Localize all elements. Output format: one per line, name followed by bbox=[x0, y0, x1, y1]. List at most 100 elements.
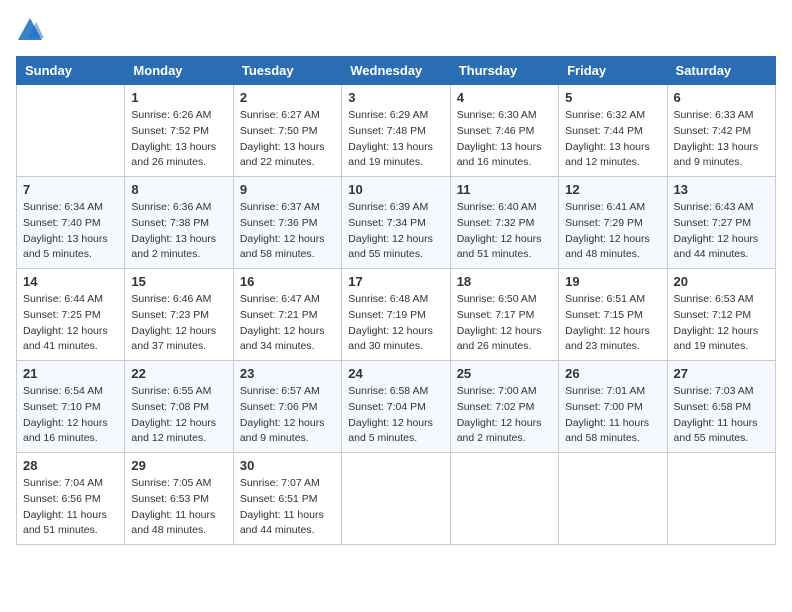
day-number: 24 bbox=[348, 366, 443, 381]
calendar-cell bbox=[667, 453, 775, 545]
calendar-cell: 7 Sunrise: 6:34 AMSunset: 7:40 PMDaylight… bbox=[17, 177, 125, 269]
day-info: Sunrise: 6:47 AMSunset: 7:21 PMDaylight:… bbox=[240, 292, 335, 355]
day-number: 11 bbox=[457, 182, 552, 197]
calendar-cell: 15 Sunrise: 6:46 AMSunset: 7:23 PMDayligh… bbox=[125, 269, 233, 361]
calendar-cell bbox=[450, 453, 558, 545]
day-number: 9 bbox=[240, 182, 335, 197]
calendar-cell: 29Sunrise: 7:05 AMSunset: 6:53 PMDayligh… bbox=[125, 453, 233, 545]
calendar-cell: 22 Sunrise: 6:55 AMSunset: 7:08 PMDayligh… bbox=[125, 361, 233, 453]
day-info: Sunrise: 6:44 AMSunset: 7:25 PMDaylight:… bbox=[23, 292, 118, 355]
calendar-cell: 5 Sunrise: 6:32 AMSunset: 7:44 PMDaylight… bbox=[559, 85, 667, 177]
calendar-cell: 21 Sunrise: 6:54 AMSunset: 7:10 PMDayligh… bbox=[17, 361, 125, 453]
weekday-header: Saturday bbox=[667, 57, 775, 85]
calendar-cell: 13 Sunrise: 6:43 AMSunset: 7:27 PMDayligh… bbox=[667, 177, 775, 269]
calendar-cell: 9 Sunrise: 6:37 AMSunset: 7:36 PMDaylight… bbox=[233, 177, 341, 269]
day-info: Sunrise: 6:43 AMSunset: 7:27 PMDaylight:… bbox=[674, 200, 769, 263]
calendar-cell: 16 Sunrise: 6:47 AMSunset: 7:21 PMDayligh… bbox=[233, 269, 341, 361]
day-number: 4 bbox=[457, 90, 552, 105]
day-info: Sunrise: 6:50 AMSunset: 7:17 PMDaylight:… bbox=[457, 292, 552, 355]
calendar-cell: 3Sunrise: 6:29 AMSunset: 7:48 PMDaylight… bbox=[342, 85, 450, 177]
calendar-cell: 4 Sunrise: 6:30 AMSunset: 7:46 PMDaylight… bbox=[450, 85, 558, 177]
calendar-cell: 19Sunrise: 6:51 AMSunset: 7:15 PMDayligh… bbox=[559, 269, 667, 361]
calendar-cell: 14 Sunrise: 6:44 AMSunset: 7:25 PMDayligh… bbox=[17, 269, 125, 361]
day-info: Sunrise: 6:29 AMSunset: 7:48 PMDaylight:… bbox=[348, 108, 443, 171]
calendar-cell: 10 Sunrise: 6:39 AMSunset: 7:34 PMDayligh… bbox=[342, 177, 450, 269]
day-info: Sunrise: 6:36 AMSunset: 7:38 PMDaylight:… bbox=[131, 200, 226, 263]
day-number: 28 bbox=[23, 458, 118, 473]
calendar-cell: 30Sunrise: 7:07 AMSunset: 6:51 PMDayligh… bbox=[233, 453, 341, 545]
day-number: 14 bbox=[23, 274, 118, 289]
day-number: 23 bbox=[240, 366, 335, 381]
calendar-cell bbox=[17, 85, 125, 177]
day-number: 5 bbox=[565, 90, 660, 105]
day-number: 15 bbox=[131, 274, 226, 289]
day-info: Sunrise: 6:30 AMSunset: 7:46 PMDaylight:… bbox=[457, 108, 552, 171]
day-number: 22 bbox=[131, 366, 226, 381]
day-number: 17 bbox=[348, 274, 443, 289]
day-info: Sunrise: 6:46 AMSunset: 7:23 PMDaylight:… bbox=[131, 292, 226, 355]
day-number: 21 bbox=[23, 366, 118, 381]
calendar-cell bbox=[559, 453, 667, 545]
calendar-cell: 26 Sunrise: 7:01 AMSunset: 7:00 PMDayligh… bbox=[559, 361, 667, 453]
day-number: 7 bbox=[23, 182, 118, 197]
day-info: Sunrise: 6:58 AMSunset: 7:04 PMDaylight:… bbox=[348, 384, 443, 447]
day-number: 30 bbox=[240, 458, 335, 473]
weekday-header: Sunday bbox=[17, 57, 125, 85]
day-number: 12 bbox=[565, 182, 660, 197]
calendar-cell: 28 Sunrise: 7:04 AMSunset: 6:56 PMDayligh… bbox=[17, 453, 125, 545]
calendar-cell: 27Sunrise: 7:03 AMSunset: 6:58 PMDayligh… bbox=[667, 361, 775, 453]
calendar-week-row: 14 Sunrise: 6:44 AMSunset: 7:25 PMDayligh… bbox=[17, 269, 776, 361]
calendar-week-row: 21 Sunrise: 6:54 AMSunset: 7:10 PMDayligh… bbox=[17, 361, 776, 453]
weekday-header: Tuesday bbox=[233, 57, 341, 85]
calendar-cell: 20 Sunrise: 6:53 AMSunset: 7:12 PMDayligh… bbox=[667, 269, 775, 361]
day-info: Sunrise: 6:33 AMSunset: 7:42 PMDaylight:… bbox=[674, 108, 769, 171]
day-number: 6 bbox=[674, 90, 769, 105]
day-info: Sunrise: 6:48 AMSunset: 7:19 PMDaylight:… bbox=[348, 292, 443, 355]
calendar-week-row: 28 Sunrise: 7:04 AMSunset: 6:56 PMDayligh… bbox=[17, 453, 776, 545]
calendar-cell: 12 Sunrise: 6:41 AMSunset: 7:29 PMDayligh… bbox=[559, 177, 667, 269]
day-info: Sunrise: 6:27 AMSunset: 7:50 PMDaylight:… bbox=[240, 108, 335, 171]
day-info: Sunrise: 6:55 AMSunset: 7:08 PMDaylight:… bbox=[131, 384, 226, 447]
page-header bbox=[16, 16, 776, 44]
day-number: 16 bbox=[240, 274, 335, 289]
day-number: 20 bbox=[674, 274, 769, 289]
day-number: 19 bbox=[565, 274, 660, 289]
logo bbox=[16, 16, 48, 44]
day-number: 8 bbox=[131, 182, 226, 197]
calendar-header-row: SundayMondayTuesdayWednesdayThursdayFrid… bbox=[17, 57, 776, 85]
logo-icon bbox=[16, 16, 44, 44]
day-info: Sunrise: 6:57 AMSunset: 7:06 PMDaylight:… bbox=[240, 384, 335, 447]
day-info: Sunrise: 6:53 AMSunset: 7:12 PMDaylight:… bbox=[674, 292, 769, 355]
calendar-cell: 23 Sunrise: 6:57 AMSunset: 7:06 PMDayligh… bbox=[233, 361, 341, 453]
calendar-cell: 2 Sunrise: 6:27 AMSunset: 7:50 PMDaylight… bbox=[233, 85, 341, 177]
day-info: Sunrise: 6:54 AMSunset: 7:10 PMDaylight:… bbox=[23, 384, 118, 447]
calendar-week-row: 1Sunrise: 6:26 AMSunset: 7:52 PMDaylight… bbox=[17, 85, 776, 177]
day-number: 27 bbox=[674, 366, 769, 381]
calendar-cell: 25 Sunrise: 7:00 AMSunset: 7:02 PMDayligh… bbox=[450, 361, 558, 453]
day-info: Sunrise: 6:26 AMSunset: 7:52 PMDaylight:… bbox=[131, 108, 226, 171]
day-number: 2 bbox=[240, 90, 335, 105]
day-number: 10 bbox=[348, 182, 443, 197]
day-info: Sunrise: 6:32 AMSunset: 7:44 PMDaylight:… bbox=[565, 108, 660, 171]
day-info: Sunrise: 7:04 AMSunset: 6:56 PMDaylight:… bbox=[23, 476, 118, 539]
day-info: Sunrise: 7:01 AMSunset: 7:00 PMDaylight:… bbox=[565, 384, 660, 447]
calendar-cell: 11Sunrise: 6:40 AMSunset: 7:32 PMDayligh… bbox=[450, 177, 558, 269]
day-info: Sunrise: 7:00 AMSunset: 7:02 PMDaylight:… bbox=[457, 384, 552, 447]
day-number: 26 bbox=[565, 366, 660, 381]
weekday-header: Monday bbox=[125, 57, 233, 85]
weekday-header: Friday bbox=[559, 57, 667, 85]
day-info: Sunrise: 6:34 AMSunset: 7:40 PMDaylight:… bbox=[23, 200, 118, 263]
day-info: Sunrise: 6:39 AMSunset: 7:34 PMDaylight:… bbox=[348, 200, 443, 263]
calendar-cell: 6 Sunrise: 6:33 AMSunset: 7:42 PMDaylight… bbox=[667, 85, 775, 177]
calendar-cell: 24 Sunrise: 6:58 AMSunset: 7:04 PMDayligh… bbox=[342, 361, 450, 453]
calendar-cell bbox=[342, 453, 450, 545]
day-info: Sunrise: 6:37 AMSunset: 7:36 PMDaylight:… bbox=[240, 200, 335, 263]
calendar-week-row: 7 Sunrise: 6:34 AMSunset: 7:40 PMDaylight… bbox=[17, 177, 776, 269]
calendar-table: SundayMondayTuesdayWednesdayThursdayFrid… bbox=[16, 56, 776, 545]
day-number: 29 bbox=[131, 458, 226, 473]
day-number: 25 bbox=[457, 366, 552, 381]
day-number: 13 bbox=[674, 182, 769, 197]
day-info: Sunrise: 6:41 AMSunset: 7:29 PMDaylight:… bbox=[565, 200, 660, 263]
weekday-header: Wednesday bbox=[342, 57, 450, 85]
day-number: 18 bbox=[457, 274, 552, 289]
